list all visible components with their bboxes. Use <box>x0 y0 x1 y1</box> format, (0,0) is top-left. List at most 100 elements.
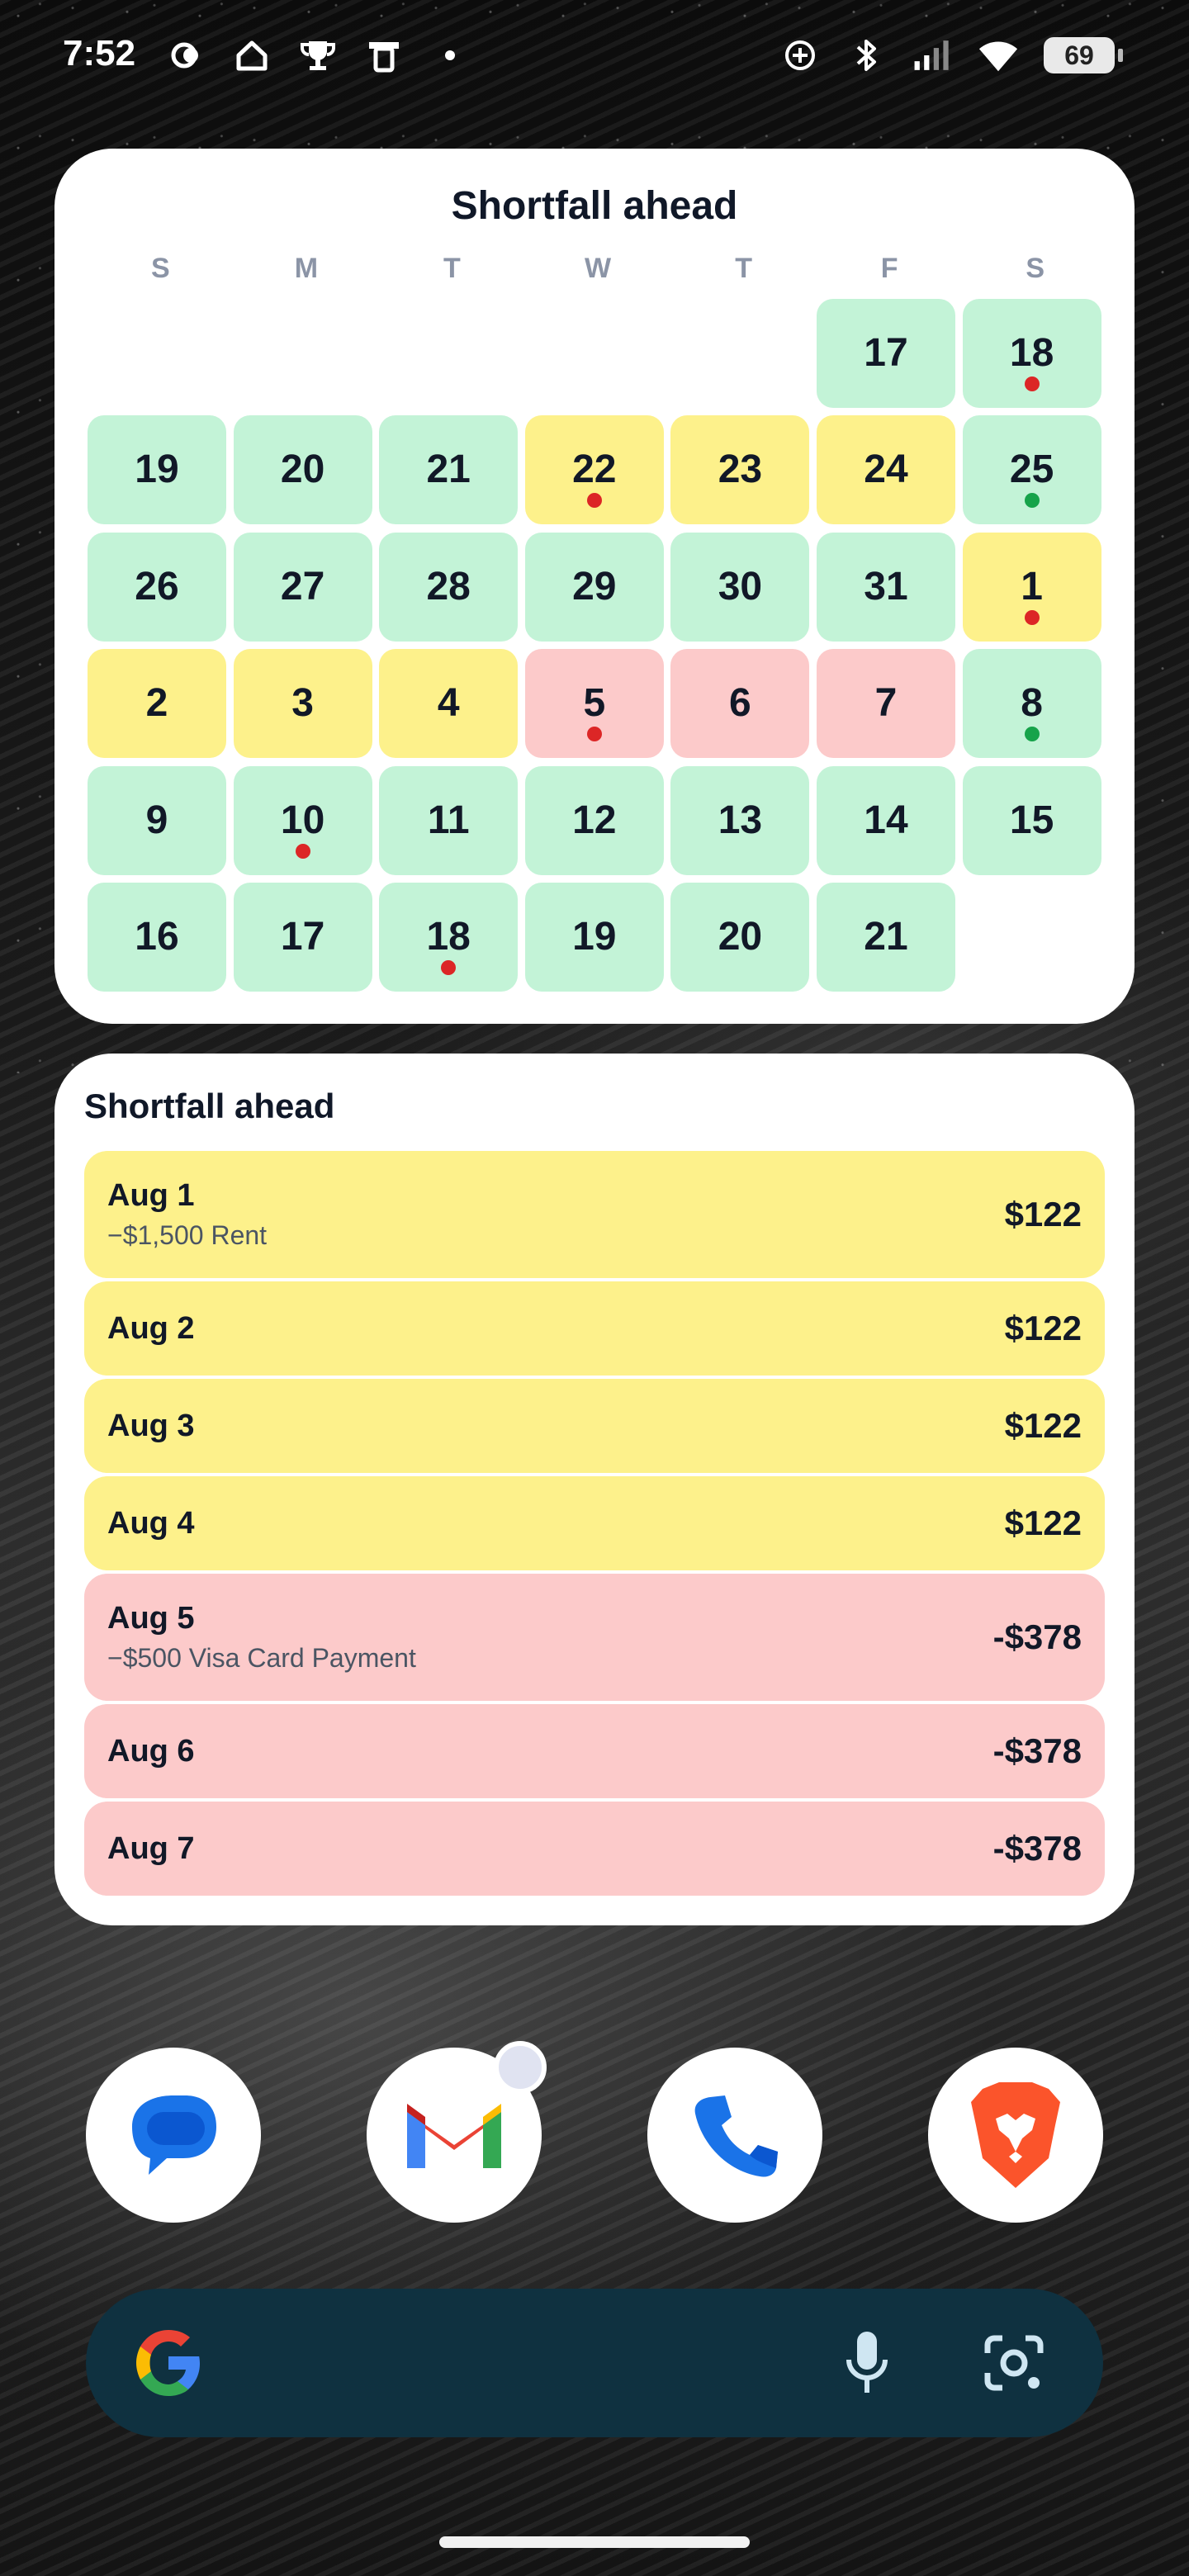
calendar-day[interactable]: 18 <box>379 883 519 992</box>
calendar-day[interactable]: 20 <box>233 415 372 525</box>
calendar-day[interactable]: 17 <box>817 299 955 408</box>
weekday-label: M <box>294 253 319 284</box>
shortfall-row[interactable]: Aug 3 $122 <box>84 1379 1105 1473</box>
row-balance: $122 <box>1004 1406 1082 1445</box>
calendar-day[interactable]: 12 <box>524 765 664 875</box>
calendar-day-number: 4 <box>437 681 460 726</box>
calendar-day-number: 17 <box>864 331 908 375</box>
messages-app-icon[interactable] <box>86 2048 261 2223</box>
row-details: Aug 1 −$1,500 Rent <box>107 1178 267 1251</box>
calendar-day-number: 27 <box>280 564 325 608</box>
calendar-day[interactable]: 21 <box>817 883 955 992</box>
expense-dot-icon <box>586 493 602 509</box>
calendar-day[interactable]: 3 <box>233 649 372 759</box>
expense-dot-icon <box>1024 376 1040 391</box>
calendar-widget[interactable]: Shortfall ahead S M T W T F S 17 18 19 20 21… <box>54 149 1135 1024</box>
row-balance: -$378 <box>992 1829 1082 1868</box>
status-system-icons: 69 <box>779 35 1123 76</box>
calendar-day[interactable]: 15 <box>962 765 1101 875</box>
google-lens-icon[interactable] <box>974 2323 1054 2403</box>
calendar-day[interactable]: 28 <box>379 532 519 642</box>
battery-indicator: 69 <box>1044 37 1123 73</box>
calendar-day-number: 30 <box>718 564 763 608</box>
gmail-app-icon[interactable] <box>367 2041 547 2223</box>
calendar-day[interactable]: 26 <box>88 532 226 642</box>
dot-icon <box>429 35 471 76</box>
weather-icon <box>165 35 206 76</box>
calendar-day[interactable]: 31 <box>817 532 955 642</box>
calendar-day[interactable]: 13 <box>670 765 810 875</box>
calendar-day[interactable]: 6 <box>670 649 810 759</box>
weekday-header: S M T W T F S <box>88 253 1108 285</box>
shortfall-row[interactable]: Aug 4 $122 <box>84 1476 1105 1570</box>
shortfall-row[interactable]: Aug 5 −$500 Visa Card Payment -$378 <box>84 1574 1105 1701</box>
phone-app-icon[interactable] <box>647 2048 822 2223</box>
expense-dot-icon <box>441 960 457 975</box>
calendar-day[interactable]: 25 <box>962 415 1101 525</box>
calendar-day[interactable]: 19 <box>524 883 664 992</box>
calendar-day[interactable]: 22 <box>524 415 664 525</box>
status-bar: 7:52 69 <box>0 0 1189 116</box>
calendar-day-number: 18 <box>426 915 471 959</box>
row-balance: $122 <box>1004 1503 1082 1542</box>
calendar-day[interactable]: 11 <box>379 765 519 875</box>
calendar-day-number: 14 <box>864 798 908 842</box>
calendar-day[interactable]: 1 <box>962 532 1101 642</box>
calendar-day-number: 8 <box>1021 681 1043 726</box>
calendar-day[interactable]: 9 <box>88 765 226 875</box>
bluetooth-icon <box>846 35 887 76</box>
calendar-day-number: 31 <box>864 564 908 608</box>
calendar-day[interactable]: 18 <box>962 299 1101 408</box>
calendar-day-number: 15 <box>1009 798 1054 842</box>
calendar-day[interactable]: 23 <box>670 415 810 525</box>
home-icon <box>231 35 272 76</box>
shortfall-row[interactable]: Aug 1 −$1,500 Rent $122 <box>84 1151 1105 1278</box>
calendar-day[interactable]: 19 <box>88 415 226 525</box>
row-date: Aug 6 <box>107 1733 195 1769</box>
row-balance: $122 <box>1004 1195 1082 1234</box>
row-date: Aug 2 <box>107 1310 195 1346</box>
shortfall-row[interactable]: Aug 2 $122 <box>84 1281 1105 1376</box>
status-notification-icons <box>165 35 471 76</box>
calendar-day[interactable]: 24 <box>817 415 955 525</box>
row-details: Aug 4 <box>107 1506 195 1541</box>
calendar-day[interactable]: 8 <box>962 649 1101 759</box>
row-balance: $122 <box>1004 1309 1082 1347</box>
calendar-day[interactable]: 4 <box>379 649 519 759</box>
calendar-day-number: 9 <box>145 798 168 842</box>
google-search-bar[interactable] <box>86 2289 1103 2437</box>
calendar-day[interactable]: 14 <box>817 765 955 875</box>
calendar-day-number: 22 <box>572 447 617 492</box>
shortfall-row[interactable]: Aug 6 -$378 <box>84 1704 1105 1798</box>
weekday-label: S <box>1026 253 1045 284</box>
calendar-day[interactable]: 27 <box>233 532 372 642</box>
expense-dot-icon <box>1024 609 1040 625</box>
calendar-day-number: 1 <box>1021 564 1043 608</box>
weekday-label: F <box>880 253 898 284</box>
row-details: Aug 3 <box>107 1409 195 1444</box>
calendar-day-number: 19 <box>572 915 617 959</box>
row-details: Aug 7 <box>107 1831 195 1867</box>
calendar-day[interactable]: 17 <box>233 883 372 992</box>
status-time: 7:52 <box>63 33 136 73</box>
calendar-day[interactable]: 21 <box>379 415 519 525</box>
calendar-day[interactable]: 20 <box>670 883 810 992</box>
microphone-icon[interactable] <box>827 2323 907 2403</box>
brave-app-icon[interactable] <box>928 2048 1103 2223</box>
shortfall-row[interactable]: Aug 7 -$378 <box>84 1802 1105 1896</box>
calendar-day[interactable]: 5 <box>524 649 664 759</box>
row-date: Aug 3 <box>107 1408 195 1443</box>
calendar-day-number: 10 <box>280 798 325 842</box>
row-balance: -$378 <box>992 1731 1082 1770</box>
weekday-label: S <box>150 253 170 284</box>
shortfall-list-widget[interactable]: Shortfall ahead Aug 1 −$1,500 Rent $122 Aug… <box>54 1054 1135 1925</box>
gesture-navigation-bar[interactable] <box>439 2536 750 2548</box>
calendar-day[interactable]: 29 <box>524 532 664 642</box>
calendar-grid: 17 18 19 20 21 22 23 24 25 26 27 28 29 30 31 1 2 3 4 5 6 7 8 9 1… <box>88 299 1108 1001</box>
calendar-day[interactable]: 2 <box>88 649 226 759</box>
calendar-day[interactable]: 10 <box>233 765 372 875</box>
calendar-day[interactable]: 30 <box>670 532 810 642</box>
calendar-day[interactable]: 7 <box>817 649 955 759</box>
income-dot-icon <box>1024 493 1040 509</box>
calendar-day[interactable]: 16 <box>88 883 226 992</box>
